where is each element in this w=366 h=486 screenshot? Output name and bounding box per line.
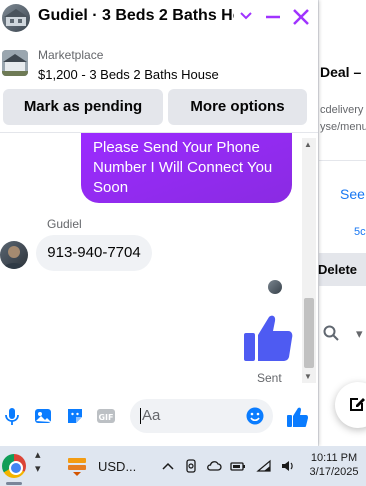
clock-date: 3/17/2025: [309, 466, 359, 478]
wifi-icon[interactable]: [256, 458, 272, 474]
background-delete-button[interactable]: Delete: [318, 253, 366, 286]
background-see-link[interactable]: See: [340, 186, 365, 202]
message-input-placeholder: Aa: [140, 407, 161, 424]
svg-text:GIF: GIF: [98, 413, 113, 422]
chevron-up-icon[interactable]: [160, 458, 176, 474]
chat-window: Gudiel · 3 Beds 2 Baths Ho... Marketplac…: [0, 0, 318, 446]
screen: Deal – cdelivery yse/menu See 5c Delete …: [0, 0, 366, 486]
microphone-icon[interactable]: [2, 406, 22, 426]
background-link[interactable]: 5c: [354, 226, 366, 238]
chat-title[interactable]: Gudiel · 3 Beds 2 Baths Ho...: [38, 7, 234, 25]
clock[interactable]: 10:11 PM 3/17/2025: [306, 451, 362, 479]
photo-icon[interactable]: [33, 406, 53, 426]
active-indicator: [6, 482, 22, 485]
message-list: Please Send Your Phone Number I Will Con…: [0, 133, 318, 385]
scroll-down-arrow[interactable]: ▼: [304, 372, 312, 381]
taskbar-expand-icon[interactable]: ▴ ▾: [35, 448, 41, 476]
outgoing-message[interactable]: Please Send Your Phone Number I Will Con…: [81, 133, 292, 203]
seen-avatar: [268, 280, 282, 294]
background-delete-label: Delete: [318, 262, 358, 277]
background-url-line-1: cdelivery: [320, 104, 364, 116]
stock-widget-icon[interactable]: [66, 454, 88, 476]
emoji-icon[interactable]: [246, 407, 264, 425]
listing-source: Marketplace: [38, 48, 104, 62]
stock-widget-label[interactable]: USD...: [98, 459, 136, 474]
scrollbar-thumb[interactable]: [304, 298, 314, 368]
sticker-icon[interactable]: [65, 406, 85, 426]
mark-as-pending-button[interactable]: Mark as pending: [3, 89, 163, 125]
close-icon[interactable]: [290, 6, 312, 28]
marketplace-listing[interactable]: Marketplace $1,200 - 3 Beds 2 Baths Hous…: [0, 40, 318, 86]
message-status: Sent: [257, 371, 282, 385]
scroll-up-arrow[interactable]: ▲: [304, 140, 312, 149]
edit-icon: [350, 398, 365, 411]
battery-icon[interactable]: [230, 458, 246, 474]
clock-time: 10:11 PM: [310, 452, 358, 464]
incoming-message[interactable]: 913-940-7704: [36, 235, 152, 271]
search-icon[interactable]: [322, 324, 340, 342]
listing-thumbnail: [2, 50, 28, 76]
avatar[interactable]: [2, 4, 30, 32]
listing-title: $1,200 - 3 Beds 2 Baths House: [38, 67, 219, 82]
background-url-line-2: yse/menu: [320, 121, 366, 133]
thumbs-up-icon[interactable]: [243, 313, 293, 363]
background-divider: [318, 160, 366, 161]
sender-name: Gudiel: [47, 217, 82, 231]
more-options-button[interactable]: More options: [168, 89, 307, 125]
gif-icon[interactable]: GIF: [96, 406, 116, 426]
avatar[interactable]: [0, 241, 28, 269]
meet-now-icon[interactable]: [183, 458, 199, 474]
cloud-icon[interactable]: [206, 458, 222, 474]
minimize-icon[interactable]: [262, 6, 284, 28]
chat-header[interactable]: Gudiel · 3 Beds 2 Baths Ho...: [0, 0, 318, 36]
chrome-icon[interactable]: [2, 454, 26, 478]
like-icon[interactable]: [286, 406, 308, 428]
chevron-down-icon[interactable]: ▾: [356, 326, 363, 342]
chevron-down-icon[interactable]: [238, 8, 254, 24]
volume-icon[interactable]: [280, 458, 296, 474]
message-input[interactable]: Aa: [130, 399, 273, 433]
background-title: Deal –: [320, 64, 362, 80]
